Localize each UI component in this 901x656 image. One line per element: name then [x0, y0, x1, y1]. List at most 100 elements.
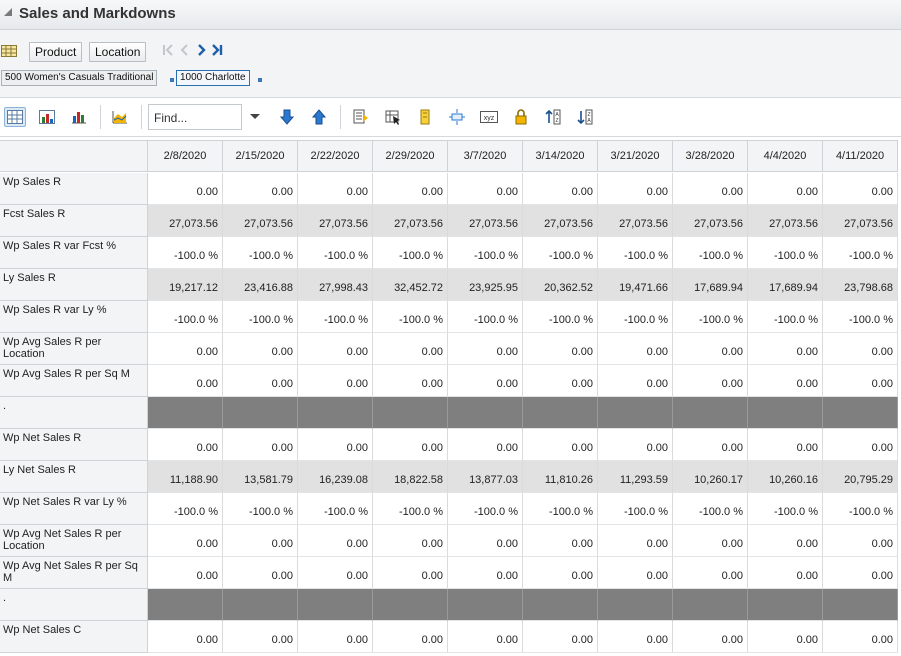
data-cell[interactable]: 0.00 [448, 621, 523, 653]
data-cell[interactable]: -100.0 % [148, 237, 223, 269]
data-cell[interactable]: 0.00 [748, 429, 823, 461]
column-header[interactable]: 3/28/2020 [673, 140, 748, 172]
data-cell[interactable]: 0.00 [823, 429, 898, 461]
data-cell[interactable]: 0.00 [148, 621, 223, 653]
data-cell[interactable]: 0.00 [148, 557, 223, 589]
data-cell[interactable]: -100.0 % [448, 493, 523, 525]
show-measures-button[interactable] [350, 107, 372, 127]
data-cell[interactable]: 0.00 [823, 333, 898, 365]
column-header[interactable]: 2/15/2020 [223, 140, 298, 172]
data-cell[interactable]: 10,260.17 [673, 461, 748, 493]
data-cell[interactable]: 0.00 [373, 365, 448, 397]
data-cell[interactable]: 0.00 [298, 173, 373, 205]
row-header[interactable]: Ly Net Sales R [0, 461, 148, 493]
data-cell[interactable]: 23,798.68 [823, 269, 898, 301]
find-dropdown-icon[interactable] [250, 114, 260, 119]
location-selection-chip[interactable]: 1000 Charlotte [176, 70, 250, 86]
data-cell[interactable]: 27,073.56 [448, 205, 523, 237]
first-page-icon[interactable] [162, 42, 174, 58]
row-header[interactable]: Wp Sales R [0, 173, 148, 205]
data-cell[interactable]: 0.00 [523, 557, 598, 589]
data-cell[interactable]: 16,239.08 [298, 461, 373, 493]
table-chart-button[interactable] [36, 107, 58, 127]
sort-descending-button[interactable]: Z A [574, 107, 596, 127]
find-previous-button[interactable] [308, 107, 330, 127]
row-header[interactable]: . [0, 397, 148, 429]
data-cell[interactable]: 0.00 [223, 557, 298, 589]
row-header[interactable]: Wp Net Sales C [0, 621, 148, 653]
data-cell[interactable]: 0.00 [148, 173, 223, 205]
data-cell[interactable]: 27,073.56 [148, 205, 223, 237]
table-grid-icon[interactable] [1, 45, 17, 57]
data-cell[interactable]: 0.00 [523, 429, 598, 461]
data-cell[interactable]: 0.00 [523, 621, 598, 653]
row-header[interactable]: Ly Sales R [0, 269, 148, 301]
data-cell[interactable]: 18,822.58 [373, 461, 448, 493]
data-cell[interactable]: 27,073.56 [298, 205, 373, 237]
location-dimension-button[interactable]: Location [89, 42, 147, 62]
data-cell[interactable]: 0.00 [373, 525, 448, 557]
data-cell[interactable]: -100.0 % [373, 237, 448, 269]
row-header[interactable]: Wp Net Sales R var Ly % [0, 493, 148, 525]
data-cell[interactable]: 0.00 [823, 557, 898, 589]
data-cell[interactable]: 19,217.12 [148, 269, 223, 301]
data-cell[interactable]: -100.0 % [748, 493, 823, 525]
row-header[interactable]: . [0, 589, 148, 621]
row-header[interactable]: Wp Net Sales R [0, 429, 148, 461]
data-cell[interactable]: -100.0 % [598, 301, 673, 333]
row-header[interactable]: Wp Sales R var Fcst % [0, 237, 148, 269]
spread-button[interactable] [446, 107, 468, 127]
data-cell[interactable]: 0.00 [673, 557, 748, 589]
data-cell[interactable]: -100.0 % [823, 493, 898, 525]
data-cell[interactable]: 0.00 [373, 621, 448, 653]
data-cell[interactable]: -100.0 % [373, 301, 448, 333]
data-cell[interactable]: -100.0 % [223, 237, 298, 269]
data-cell[interactable]: 0.00 [748, 525, 823, 557]
column-header[interactable]: 2/22/2020 [298, 140, 373, 172]
data-cell[interactable]: 0.00 [298, 621, 373, 653]
select-view-button[interactable] [382, 107, 404, 127]
data-cell[interactable]: 0.00 [223, 365, 298, 397]
data-cell[interactable]: -100.0 % [223, 493, 298, 525]
data-cell[interactable]: 0.00 [598, 365, 673, 397]
data-cell[interactable]: 27,998.43 [298, 269, 373, 301]
data-cell[interactable]: -100.0 % [373, 493, 448, 525]
data-cell[interactable]: 27,073.56 [373, 205, 448, 237]
data-cell[interactable]: -100.0 % [823, 237, 898, 269]
data-cell[interactable]: 20,362.52 [523, 269, 598, 301]
find-next-button[interactable] [276, 107, 298, 127]
data-cell[interactable]: 0.00 [448, 557, 523, 589]
row-header[interactable]: Fcst Sales R [0, 205, 148, 237]
product-dimension-button[interactable]: Product [29, 42, 83, 62]
data-cell[interactable]: -100.0 % [148, 493, 223, 525]
column-header[interactable]: 4/11/2020 [823, 140, 898, 172]
data-cell[interactable]: 0.00 [823, 173, 898, 205]
data-cell[interactable]: 11,293.59 [598, 461, 673, 493]
table-view-button[interactable] [4, 107, 26, 127]
collapse-triangle-icon[interactable] [4, 8, 12, 16]
data-cell[interactable]: 0.00 [823, 621, 898, 653]
data-cell[interactable]: 0.00 [373, 173, 448, 205]
area-chart-button[interactable] [109, 107, 131, 127]
data-cell[interactable]: -100.0 % [223, 301, 298, 333]
sort-ascending-button[interactable]: A Z [542, 107, 564, 127]
column-header[interactable]: 2/29/2020 [373, 140, 448, 172]
data-cell[interactable]: 0.00 [748, 621, 823, 653]
data-cell[interactable]: 0.00 [298, 525, 373, 557]
data-cell[interactable]: 0.00 [673, 365, 748, 397]
chart-view-button[interactable] [68, 107, 90, 127]
data-cell[interactable]: -100.0 % [523, 301, 598, 333]
data-cell[interactable]: 0.00 [523, 333, 598, 365]
data-cell[interactable]: 17,689.94 [748, 269, 823, 301]
data-cell[interactable]: 0.00 [748, 365, 823, 397]
data-cell[interactable]: 11,810.26 [523, 461, 598, 493]
data-cell[interactable]: -100.0 % [448, 301, 523, 333]
data-cell[interactable]: -100.0 % [298, 237, 373, 269]
data-cell[interactable]: 13,581.79 [223, 461, 298, 493]
data-cell[interactable]: 0.00 [673, 333, 748, 365]
last-page-icon[interactable] [211, 42, 223, 58]
data-cell[interactable]: -100.0 % [673, 237, 748, 269]
row-header[interactable]: Wp Avg Net Sales R per Sq M [0, 557, 148, 589]
data-cell[interactable]: 0.00 [223, 333, 298, 365]
column-header[interactable]: 2/8/2020 [148, 140, 223, 172]
